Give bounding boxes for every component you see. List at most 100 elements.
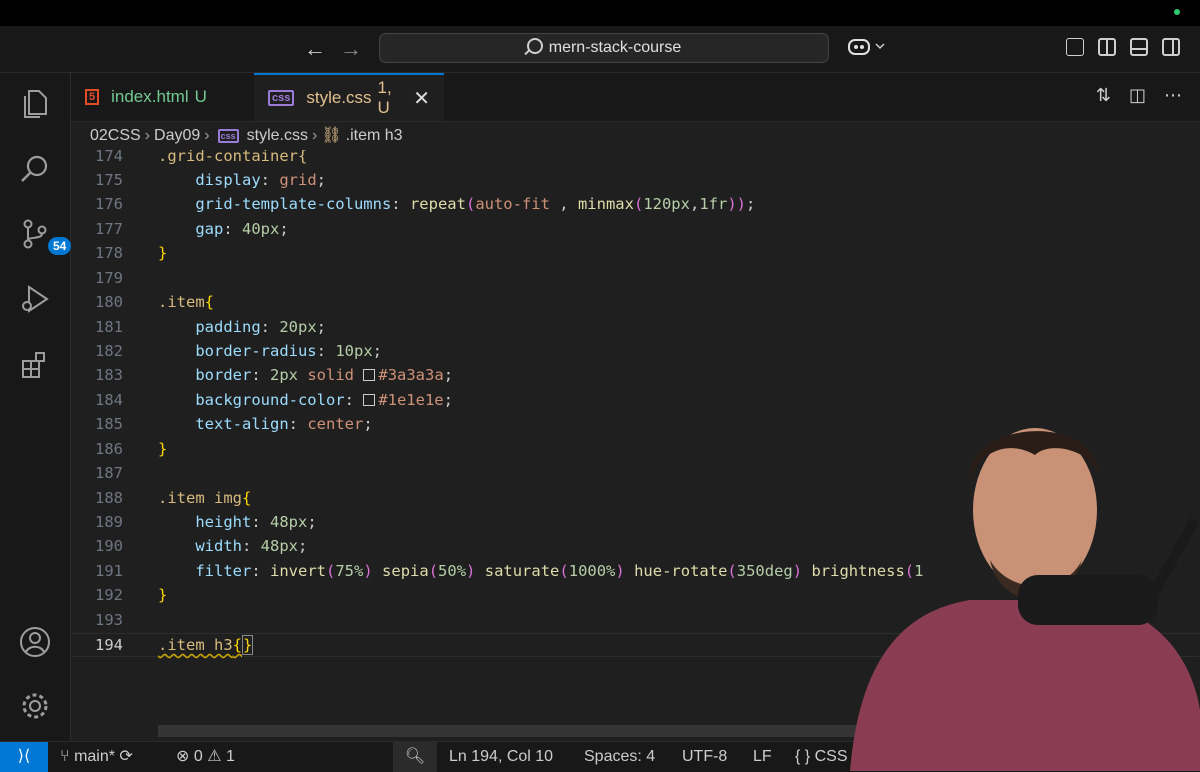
line-text: } (158, 440, 168, 458)
line-text: border-radius: 10px; (195, 342, 382, 360)
line-number: 185 (95, 415, 123, 433)
line-number: 190 (95, 537, 123, 555)
compare-changes-icon[interactable]: ⇅ (1096, 85, 1111, 106)
line-number: 192 (95, 586, 123, 604)
problems-indicator[interactable]: ⊗ 0 ⚠ 1 (176, 742, 235, 772)
line-number: 177 (95, 220, 123, 238)
line-number: 184 (95, 391, 123, 409)
customize-layout-icon[interactable] (1066, 38, 1084, 56)
code-editor[interactable]: 174 .grid-container{ 175 display: grid; 1… (71, 150, 1200, 740)
toggle-panel-icon[interactable] (1130, 38, 1148, 56)
line-text: grid-template-columns: repeat(auto-fit ,… (195, 195, 756, 213)
files-icon[interactable] (18, 87, 52, 121)
code-line: 177 gap: 40px; (71, 217, 1200, 241)
encoding[interactable]: UTF-8 (682, 742, 727, 772)
toggle-secondary-sidebar-icon[interactable] (1162, 38, 1180, 56)
extensions-icon[interactable] (18, 348, 52, 382)
cursor-position[interactable]: Ln 194, Col 10 (449, 742, 553, 772)
code-line: 194 .item h3{} (71, 633, 1200, 657)
line-number: 188 (95, 489, 123, 507)
code-line: 181 padding: 20px; (71, 315, 1200, 339)
gear-icon[interactable] (18, 689, 52, 723)
line-number: 176 (95, 195, 123, 213)
line-number: 181 (95, 318, 123, 336)
code-line: 175 display: grid; (71, 168, 1200, 192)
tab-status: U (194, 87, 207, 106)
error-icon: ⊗ (176, 748, 190, 765)
code-line: 186} (71, 437, 1200, 461)
remote-indicator-icon[interactable]: ⟩⟨ (0, 742, 48, 772)
code-line: 182 border-radius: 10px; (71, 339, 1200, 363)
search-icon (526, 38, 543, 54)
css-file-icon: css (268, 90, 295, 106)
title-bar: ← → mern-stack-course (0, 26, 1200, 73)
code-line: 193 (71, 608, 1200, 632)
line-number: 178 (95, 244, 123, 262)
horizontal-scrollbar[interactable] (158, 725, 878, 737)
line-text: .item h3{} (158, 635, 254, 655)
breadcrumb-symbol[interactable]: .item h3 (346, 127, 403, 144)
end-of-line[interactable]: LF (753, 742, 772, 772)
toggle-primary-sidebar-icon[interactable] (1098, 38, 1116, 56)
copilot-icon[interactable] (848, 36, 888, 61)
activity-bar: 54 (0, 73, 72, 741)
code-line: 190 width: 48px; (71, 534, 1200, 558)
line-text: padding: 20px; (195, 318, 326, 336)
editor-actions: ⇅ ◫ ⋯ (1096, 85, 1182, 106)
search-icon[interactable] (18, 152, 52, 186)
css-file-icon: css (217, 129, 239, 143)
line-number: 180 (95, 293, 123, 311)
line-number: 193 (95, 611, 123, 629)
breadcrumb-folder[interactable]: 02CSS (90, 127, 141, 144)
tab-label: index.html (111, 87, 189, 106)
language-mode[interactable]: { } CSS (795, 742, 848, 772)
code-line: 178} (71, 241, 1200, 265)
tab-index-html[interactable]: 5 index.html U (71, 73, 254, 121)
line-text: } (158, 586, 168, 604)
code-line: 179 (71, 266, 1200, 290)
code-line: 184 background-color: #1e1e1e; (71, 388, 1200, 412)
line-number: 179 (95, 269, 123, 287)
line-text: width: 48px; (195, 537, 308, 555)
arrow-left-icon[interactable]: ← (304, 34, 326, 64)
line-number: 189 (95, 513, 123, 531)
close-icon[interactable]: ✕ (413, 86, 430, 111)
color-swatch[interactable] (363, 369, 376, 381)
breadcrumb-file[interactable]: style.css (247, 127, 308, 144)
color-swatch[interactable] (363, 394, 376, 406)
line-number: 175 (95, 171, 123, 189)
line-text: background-color: #1e1e1e; (195, 391, 453, 409)
branch-indicator[interactable]: ⑂ main* ⟳ (60, 742, 133, 772)
split-editor-icon[interactable]: ◫ (1129, 85, 1146, 106)
chevron-right-icon: › (144, 127, 151, 144)
line-text: height: 48px; (195, 513, 317, 531)
tab-label: style.css (306, 88, 372, 107)
zoom-icon[interactable]: 🔍︎ (393, 742, 437, 772)
run-debug-icon[interactable] (18, 282, 52, 316)
line-text: .item img{ (158, 489, 252, 507)
line-text: } (158, 244, 168, 262)
line-number: 183 (95, 366, 123, 384)
arrow-right-icon[interactable]: → (340, 34, 362, 64)
command-center-search[interactable]: mern-stack-course (379, 33, 829, 63)
account-icon[interactable] (18, 625, 52, 659)
language-label: CSS (814, 748, 848, 765)
line-number: 187 (95, 464, 123, 482)
source-control-icon[interactable]: 54 (18, 217, 72, 255)
line-text: filter: invert(75%) sepia(50%) saturate(… (195, 562, 924, 580)
more-actions-icon[interactable]: ⋯ (1164, 85, 1182, 106)
tab-style-css[interactable]: css style.css 1, U ✕ (254, 73, 444, 121)
html-file-icon: 5 (85, 89, 100, 105)
line-text: text-align: center; (195, 415, 373, 433)
line-number: 182 (95, 342, 123, 360)
screen-top-bar (0, 0, 1200, 26)
chevron-right-icon: › (204, 127, 210, 144)
code-line: 189 height: 48px; (71, 510, 1200, 534)
line-text: border: 2px solid #3a3a3a; (195, 366, 454, 384)
indentation[interactable]: Spaces: 4 (584, 742, 655, 772)
chevron-right-icon: › (311, 127, 318, 144)
breadcrumb-folder[interactable]: Day09 (154, 127, 200, 144)
line-text: .item{ (158, 293, 215, 311)
line-text: .grid-container{ (158, 150, 308, 165)
editor-tabs: 5 index.html U css style.css 1, U ✕ ⇅ ◫ … (71, 73, 1200, 122)
